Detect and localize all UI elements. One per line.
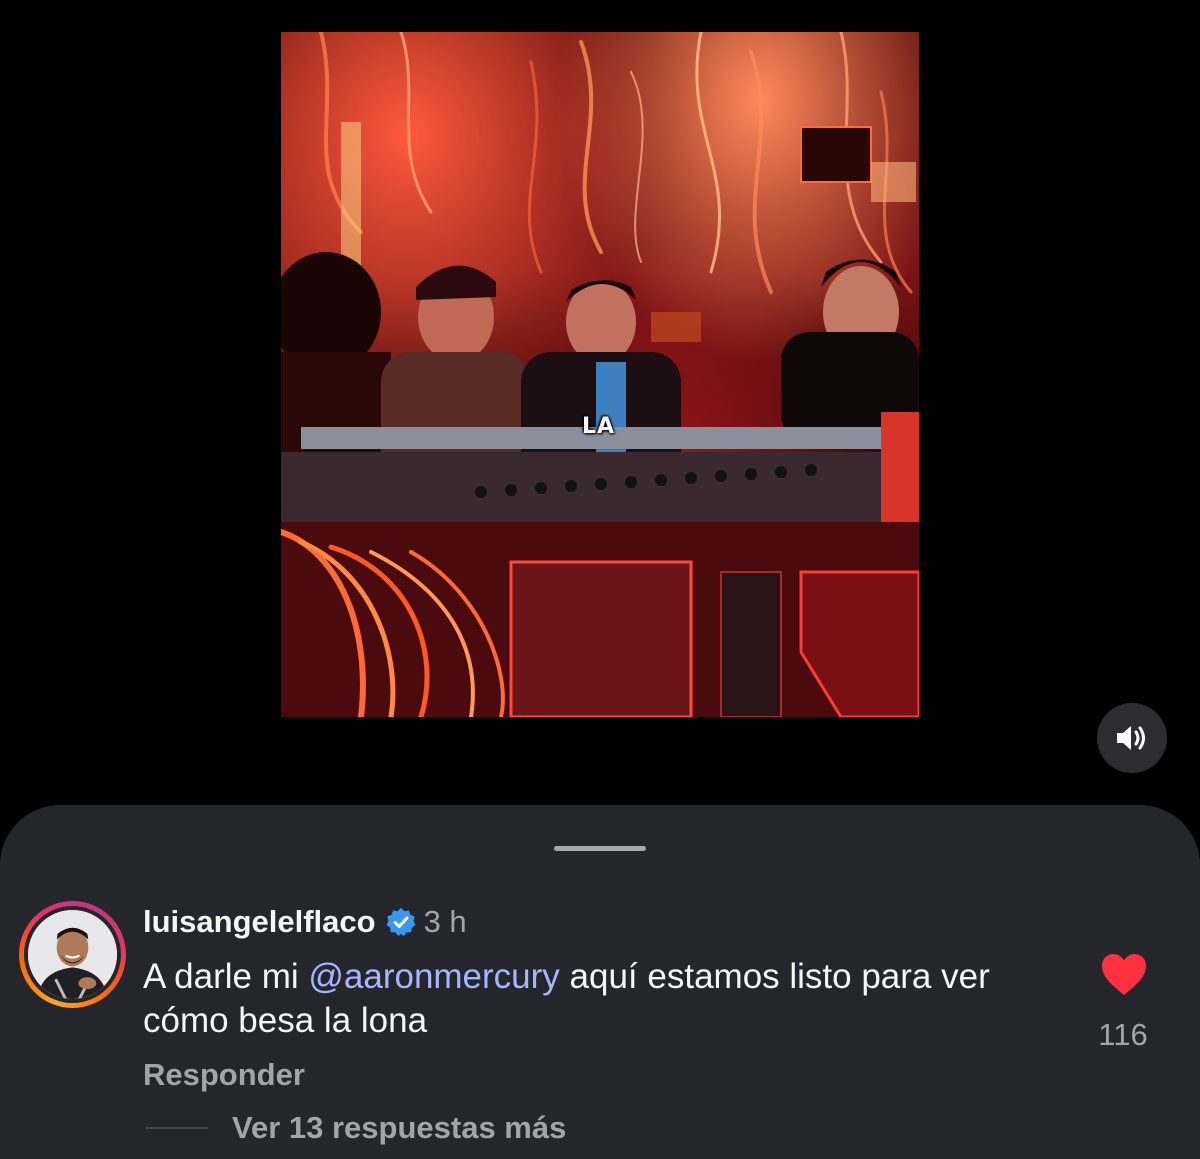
comment-text: A darle mi @aaronmercury aquí estamos li… (143, 955, 1043, 1043)
sound-toggle-button[interactable] (1097, 703, 1167, 773)
sheet-grab-handle[interactable] (554, 846, 646, 851)
video-area: LA (0, 0, 1200, 805)
like-count: 116 (1098, 1017, 1148, 1052)
video-caption: LA (582, 414, 616, 439)
heart-icon[interactable] (1100, 953, 1148, 997)
comment-timestamp: 3 h (423, 904, 467, 939)
reply-button[interactable]: Responder (143, 1057, 305, 1093)
user-avatar (28, 910, 117, 999)
view-more-replies-button[interactable]: Ver 13 respuestas más (232, 1110, 566, 1146)
comment-header: luisangelelflaco 3 h (143, 903, 467, 941)
story-ring-avatar[interactable] (19, 901, 126, 1008)
comment-mention-link[interactable]: @aaronmercury (308, 957, 559, 996)
video-frame-scene (281, 32, 919, 717)
comment-username[interactable]: luisangelelflaco (143, 904, 376, 940)
video-player[interactable]: LA (281, 32, 919, 717)
verified-badge-icon (386, 908, 416, 936)
comments-sheet: luisangelelflaco 3 h A darle mi @aaronme… (0, 805, 1200, 1159)
speaker-volume-icon (1117, 726, 1145, 750)
replies-divider (146, 1127, 208, 1129)
comment-text-before: A darle mi (143, 957, 309, 996)
